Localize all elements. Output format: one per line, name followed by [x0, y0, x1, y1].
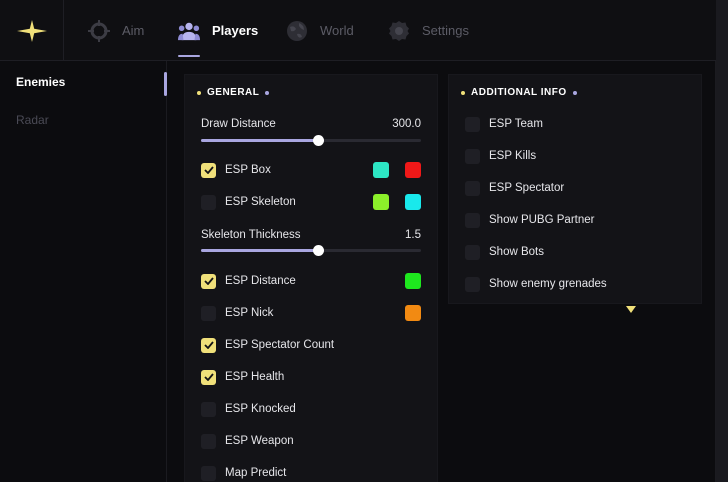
show-pubg-partner-label: Show PUBG Partner: [489, 214, 595, 226]
skeleton-thickness-slider-fill: [201, 249, 318, 252]
show-enemy-grenades-row[interactable]: Show enemy grenades: [465, 275, 685, 293]
esp-knocked-label: ESP Knocked: [225, 403, 296, 415]
esp-nick-row[interactable]: ESP Nick: [201, 304, 421, 322]
skeleton-thickness-label-row: Skeleton Thickness 1.5: [201, 229, 421, 241]
logo: [0, 0, 64, 61]
esp-spectator-count-checkbox[interactable]: [201, 337, 216, 353]
esp-skeleton-checkbox[interactable]: [201, 194, 216, 210]
esp-weapon-label: ESP Weapon: [225, 435, 294, 447]
esp-nick-checkbox[interactable]: [201, 305, 216, 321]
map-predict-checkbox[interactable]: [201, 465, 216, 481]
tab-label: Players: [212, 23, 259, 38]
esp-weapon-row[interactable]: ESP Weapon: [201, 432, 421, 450]
draw-distance-label: Draw Distance: [201, 118, 276, 130]
caret-down-icon: [626, 306, 636, 313]
show-bots-row[interactable]: Show Bots: [465, 243, 685, 261]
esp-knocked-row[interactable]: ESP Knocked: [201, 400, 421, 418]
esp-kills-row[interactable]: ESP Kills: [465, 147, 685, 165]
additional-info-panel-title: ADDITIONAL INFO: [461, 87, 577, 98]
esp-box-color-2[interactable]: [405, 162, 421, 178]
tab-aim[interactable]: Aim: [88, 0, 144, 61]
esp-box-row[interactable]: ESP Box: [201, 161, 421, 179]
esp-health-label: ESP Health: [225, 371, 285, 383]
show-bots-label: Show Bots: [489, 246, 544, 258]
map-predict-row[interactable]: Map Predict: [201, 464, 421, 482]
skeleton-thickness-slider-handle[interactable]: [312, 245, 324, 256]
esp-health-row[interactable]: ESP Health: [201, 368, 421, 386]
gear-icon: [388, 20, 410, 42]
crosshair-icon: [88, 19, 110, 42]
draw-distance-label-row: Draw Distance 300.0: [201, 118, 421, 130]
esp-box-color-1[interactable]: [373, 162, 389, 178]
esp-weapon-checkbox[interactable]: [201, 433, 216, 449]
show-bots-checkbox[interactable]: [465, 244, 480, 260]
esp-nick-label: ESP Nick: [225, 307, 274, 319]
esp-spectator-row[interactable]: ESP Spectator: [465, 179, 685, 197]
show-pubg-partner-row[interactable]: Show PUBG Partner: [465, 211, 685, 229]
esp-spectator-count-row[interactable]: ESP Spectator Count: [201, 336, 421, 354]
people-icon: [178, 20, 200, 42]
tab-settings[interactable]: Settings: [388, 0, 469, 61]
esp-nick-color[interactable]: [405, 305, 421, 321]
check-icon: [203, 277, 214, 285]
skeleton-thickness-slider[interactable]: [201, 245, 421, 256]
background-window-strip: [716, 0, 728, 482]
tab-label: World: [320, 23, 354, 38]
show-enemy-grenades-label: Show enemy grenades: [489, 278, 607, 290]
esp-distance-color[interactable]: [405, 273, 421, 289]
esp-skeleton-row[interactable]: ESP Skeleton: [201, 193, 421, 211]
sidebar-active-indicator: [164, 72, 167, 96]
esp-distance-label: ESP Distance: [225, 275, 296, 287]
esp-distance-checkbox[interactable]: [201, 273, 216, 289]
show-enemy-grenades-checkbox[interactable]: [465, 276, 480, 292]
skeleton-thickness-value: 1.5: [405, 229, 421, 241]
general-panel: GENERAL Draw Distance 300.0 ESP Box ESP …: [184, 74, 438, 482]
draw-distance-slider-handle[interactable]: [312, 135, 324, 146]
draw-distance-slider-fill: [201, 139, 318, 142]
draw-distance-slider[interactable]: [201, 135, 421, 146]
esp-team-checkbox[interactable]: [465, 116, 480, 132]
check-icon: [203, 166, 214, 174]
star-logo-icon: [16, 19, 47, 42]
esp-kills-label: ESP Kills: [489, 150, 537, 162]
show-pubg-partner-checkbox[interactable]: [465, 212, 480, 228]
esp-health-checkbox[interactable]: [201, 369, 216, 385]
sidebar-item-enemies[interactable]: Enemies: [16, 75, 65, 89]
esp-box-label: ESP Box: [225, 164, 271, 176]
esp-knocked-checkbox[interactable]: [201, 401, 216, 417]
tab-label: Aim: [122, 23, 145, 38]
esp-team-label: ESP Team: [489, 118, 543, 130]
esp-skeleton-color-1[interactable]: [373, 194, 389, 210]
draw-distance-value: 300.0: [392, 118, 421, 130]
general-panel-title: GENERAL: [197, 87, 270, 98]
sidebar: Enemies Radar: [0, 61, 167, 482]
active-tab-indicator: [178, 55, 200, 57]
top-navigation: Aim Players World Settings: [0, 0, 716, 61]
skeleton-thickness-label: Skeleton Thickness: [201, 229, 301, 241]
check-icon: [203, 373, 214, 381]
map-predict-label: Map Predict: [225, 467, 287, 479]
esp-spectator-count-label: ESP Spectator Count: [225, 339, 335, 351]
app-window: Aim Players World Settings Enemies Radar: [0, 0, 716, 482]
globe-icon: [286, 20, 308, 42]
tab-players[interactable]: Players: [178, 0, 258, 61]
esp-skeleton-label: ESP Skeleton: [225, 196, 296, 208]
check-icon: [203, 341, 214, 349]
esp-spectator-checkbox[interactable]: [465, 180, 480, 196]
tab-world[interactable]: World: [286, 0, 354, 61]
esp-spectator-label: ESP Spectator: [489, 182, 565, 194]
esp-skeleton-color-2[interactable]: [405, 194, 421, 210]
esp-team-row[interactable]: ESP Team: [465, 115, 685, 133]
esp-distance-row[interactable]: ESP Distance: [201, 272, 421, 290]
sidebar-item-radar[interactable]: Radar: [16, 113, 49, 127]
tab-label: Settings: [422, 23, 469, 38]
esp-kills-checkbox[interactable]: [465, 148, 480, 164]
esp-box-checkbox[interactable]: [201, 162, 216, 178]
additional-info-panel: ADDITIONAL INFO ESP Team ESP Kills ESP S…: [448, 74, 702, 304]
